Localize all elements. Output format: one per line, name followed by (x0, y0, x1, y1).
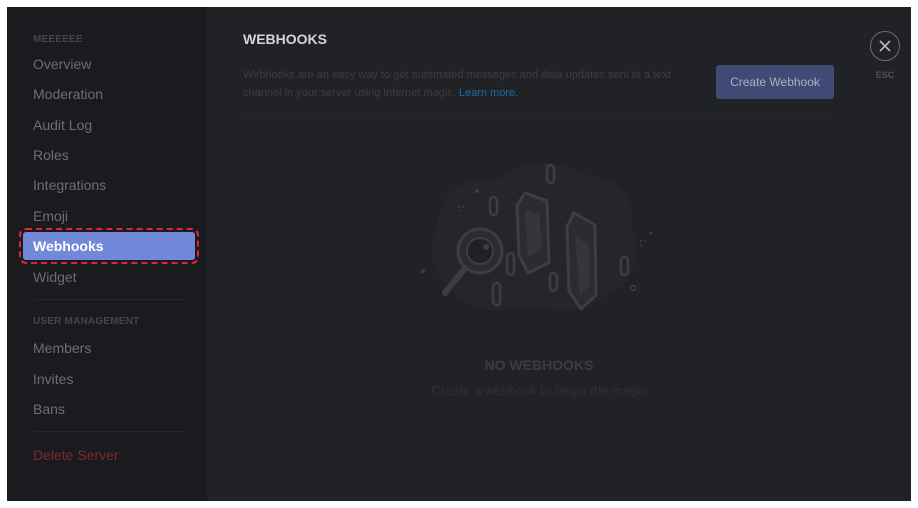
sidebar-item-integrations[interactable]: Integrations (23, 171, 195, 199)
sidebar-separator (33, 299, 185, 300)
close-button[interactable] (870, 31, 900, 61)
crystal-icon (515, 191, 551, 275)
sidebar-item-audit-log[interactable]: Audit Log (23, 111, 195, 139)
content-divider (243, 118, 833, 119)
sidebar-item-webhooks[interactable]: Webhooks (19, 228, 199, 264)
create-webhook-button[interactable]: Create Webhook (716, 65, 834, 99)
user-management-header: USER MANAGEMENT (33, 316, 140, 327)
decoration-dot (458, 210, 460, 212)
esc-label: ESC (875, 70, 895, 80)
decoration-dot (649, 231, 653, 235)
decoration-dot (462, 206, 464, 208)
sidebar-item-invites[interactable]: Invites (23, 365, 195, 393)
webhooks-description: Webhooks are an easy way to get automate… (243, 66, 693, 102)
description-text: Webhooks are an easy way to get automate… (243, 69, 671, 99)
sidebar-item-roles[interactable]: Roles (23, 141, 195, 169)
decoration-dot (629, 284, 637, 292)
server-name-header: MEEEEEE (33, 34, 83, 45)
page-title: WEBHOOKS (243, 31, 327, 47)
sidebar-item-widget[interactable]: Widget (23, 263, 195, 291)
decoration-dot (640, 244, 642, 246)
decoration-dot (421, 269, 425, 273)
decoration-dot (458, 206, 460, 208)
sidebar-item-moderation[interactable]: Moderation (23, 80, 195, 108)
learn-more-link[interactable]: Learn more. (459, 87, 518, 99)
decoration-dot (640, 240, 642, 242)
sidebar-item-bans[interactable]: Bans (23, 395, 195, 423)
empty-state-subtitle: Create a webhook to begin the magic (431, 383, 647, 398)
settings-sidebar: MEEEEEE Overview Moderation Audit Log Ro… (7, 7, 207, 501)
empty-state-title: NO WEBHOOKS (484, 357, 594, 373)
settings-window: MEEEEEE Overview Moderation Audit Log Ro… (7, 7, 911, 501)
sidebar-item-overview[interactable]: Overview (23, 50, 195, 78)
decoration-dot (644, 240, 646, 242)
close-icon (879, 40, 891, 52)
decoration-dot (475, 189, 479, 193)
sidebar-item-members[interactable]: Members (23, 334, 195, 362)
sidebar-item-delete-server[interactable]: Delete Server (23, 441, 195, 469)
crystal-icon (565, 210, 598, 312)
sidebar-item-emoji[interactable]: Emoji (23, 202, 195, 230)
sidebar-separator (33, 431, 185, 432)
webhooks-empty-illustration (421, 163, 653, 312)
